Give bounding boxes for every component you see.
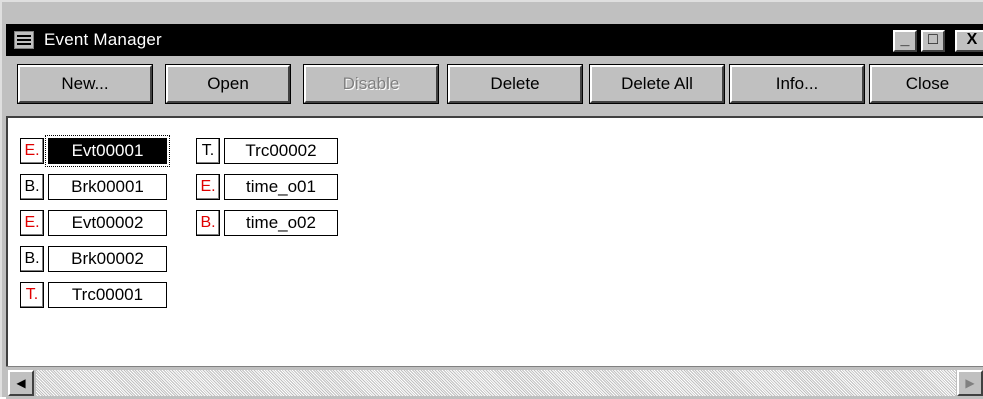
close-button[interactable]: Close [869, 64, 983, 104]
event-name[interactable]: Brk00001 [48, 174, 167, 200]
open-button-label: Open [207, 74, 249, 93]
minimize-button[interactable]: _ [893, 30, 917, 52]
info-button[interactable]: Info... [729, 64, 865, 104]
event-name[interactable]: time_o01 [224, 174, 338, 200]
event-item[interactable]: E. Evt00002 [20, 210, 167, 236]
disable-button[interactable]: Disable [303, 64, 439, 104]
scroll-left-button[interactable]: ◀ [8, 370, 34, 396]
event-name[interactable]: Trc00001 [48, 282, 167, 308]
event-type-badge[interactable]: T. [196, 138, 220, 164]
event-item[interactable]: B. Brk00001 [20, 174, 167, 200]
scroll-right-button[interactable]: ▶ [957, 370, 983, 396]
event-type-badge[interactable]: B. [20, 246, 44, 272]
event-name[interactable]: Brk00002 [48, 246, 167, 272]
event-item[interactable]: T. Trc00001 [20, 282, 167, 308]
event-name[interactable]: Evt00002 [48, 210, 167, 236]
close-button-label: Close [905, 74, 950, 93]
event-manager-window: Event Manager _ □ X New... Open Disable … [0, 0, 983, 399]
event-type-badge[interactable]: B. [196, 210, 220, 236]
event-item[interactable]: E. Evt00001 [20, 135, 170, 167]
delete-all-button[interactable]: Delete All [589, 64, 725, 104]
window-menu-icon[interactable] [14, 31, 34, 49]
window-title: Event Manager [44, 30, 162, 49]
delete-button-label: Delete [490, 74, 540, 93]
event-type-badge[interactable]: E. [196, 174, 220, 200]
maximize-button[interactable]: □ [921, 30, 945, 52]
close-window-button[interactable]: X [955, 30, 983, 52]
horizontal-scrollbar[interactable]: ◀ ▶ [6, 366, 983, 399]
info-button-label: Info... [775, 74, 819, 93]
event-type-badge[interactable]: E. [20, 210, 44, 236]
new-button-label: New... [61, 74, 109, 93]
event-list-area: E. Evt00001 B. Brk00001 E. Evt00002 B. B… [6, 116, 983, 366]
disable-button-label: Disable [342, 74, 400, 93]
event-name[interactable]: time_o02 [224, 210, 338, 236]
event-item[interactable]: B. time_o02 [196, 210, 338, 236]
scroll-track[interactable] [36, 370, 956, 396]
event-name[interactable]: Evt00001 [45, 135, 170, 167]
arrow-right-icon: ▶ [965, 376, 975, 390]
event-type-badge[interactable]: T. [20, 282, 44, 308]
event-item[interactable]: E. time_o01 [196, 174, 338, 200]
delete-all-button-label: Delete All [621, 74, 693, 93]
toolbar: New... Open Disable Delete Delete All In… [6, 58, 983, 112]
title-bar[interactable]: Event Manager _ □ X [6, 24, 983, 56]
event-item[interactable]: T. Trc00002 [196, 138, 338, 164]
event-name[interactable]: Trc00002 [224, 138, 338, 164]
event-type-badge[interactable]: E. [20, 138, 44, 164]
event-item[interactable]: B. Brk00002 [20, 246, 167, 272]
arrow-left-icon: ◀ [16, 376, 26, 390]
open-button[interactable]: Open [165, 64, 291, 104]
delete-button[interactable]: Delete [447, 64, 583, 104]
event-type-badge[interactable]: B. [20, 174, 44, 200]
new-button[interactable]: New... [17, 64, 153, 104]
